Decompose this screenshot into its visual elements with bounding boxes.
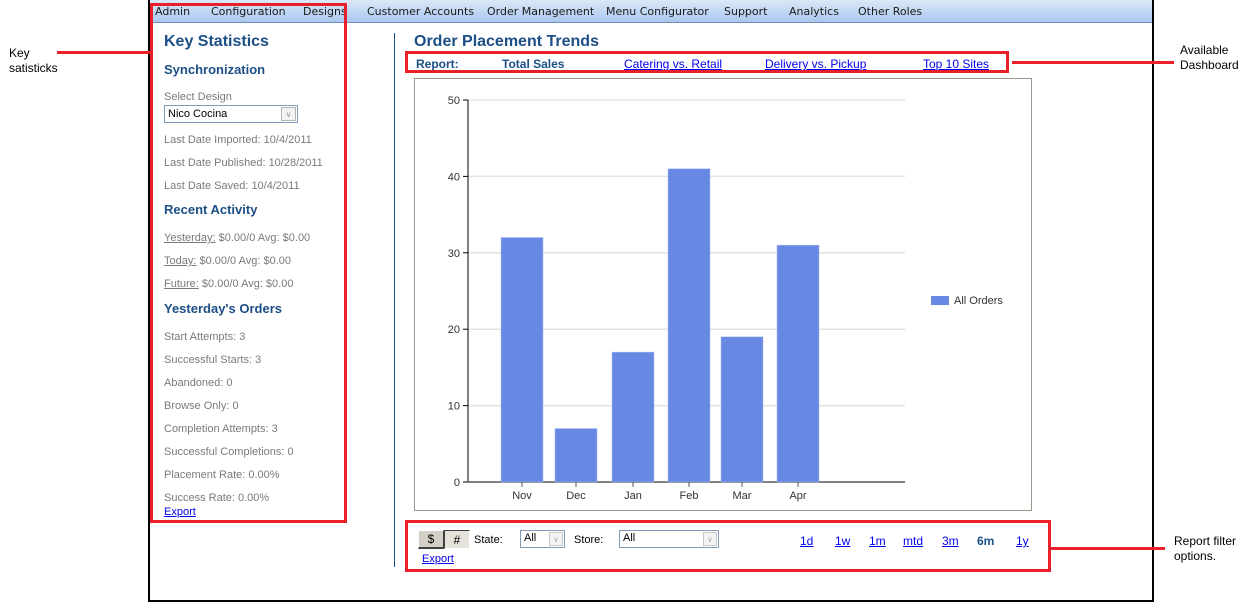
- bar-nov: [500, 237, 544, 483]
- state-select[interactable]: All ∨: [520, 530, 565, 548]
- successful-starts: Successful Starts: 3: [164, 354, 262, 366]
- menu-item-support[interactable]: Support: [724, 5, 767, 18]
- today-link[interactable]: Today:: [164, 255, 196, 267]
- top-menu-bar: Admin Configuration Designs Customer Acc…: [150, 0, 1152, 23]
- tab-catering-vs-retail[interactable]: Catering vs. Retail: [624, 57, 722, 71]
- bar-jan: [611, 351, 655, 483]
- menu-item-designs[interactable]: Designs: [303, 5, 347, 18]
- state-select-value: All: [524, 532, 537, 544]
- dollar-toggle-button[interactable]: $: [418, 530, 444, 549]
- y-tick-label: 0: [454, 477, 460, 489]
- range-1y[interactable]: 1y: [1016, 534, 1029, 548]
- tab-top-10-sites[interactable]: Top 10 Sites: [923, 57, 989, 71]
- recent-activity-today: Today: $0.00/0 Avg: $0.00: [164, 255, 291, 267]
- menu-item-analytics[interactable]: Analytics: [789, 5, 839, 18]
- x-tick-label: Apr: [789, 490, 806, 502]
- yesterday-link[interactable]: Yesterday:: [164, 232, 216, 244]
- recent-activity-future: Future: $0.00/0 Avg: $0.00: [164, 278, 293, 290]
- start-attempts: Start Attempts: 3: [164, 331, 246, 343]
- y-tick-label: 40: [448, 171, 460, 183]
- select-design-dropdown[interactable]: Nico Cocina ∨: [164, 105, 298, 123]
- dashboard-annotation: Available Dashboard: [1180, 43, 1239, 72]
- chevron-down-icon[interactable]: ∨: [549, 532, 563, 546]
- range-mtd[interactable]: mtd: [903, 534, 923, 548]
- key-statistics-title: Key Statistics: [164, 33, 269, 50]
- menu-item-menu-configurator[interactable]: Menu Configurator: [606, 5, 709, 18]
- store-select-value: All: [623, 532, 636, 544]
- tab-delivery-vs-pickup[interactable]: Delivery vs. Pickup: [765, 57, 866, 71]
- store-select[interactable]: All ∨: [619, 530, 719, 548]
- y-tick-label: 30: [448, 248, 460, 260]
- order-placement-trends-title: Order Placement Trends: [414, 33, 599, 50]
- menu-item-admin[interactable]: Admin: [155, 5, 190, 18]
- range-1d[interactable]: 1d: [800, 534, 813, 548]
- report-label: Report:: [416, 57, 459, 71]
- dashboard-callout-line: [1012, 61, 1174, 64]
- order-trends-chart: 0 10 20 30 40 50 Nov Dec Jan Feb Mar Apr All Orders: [414, 78, 1032, 511]
- x-tick-label: Nov: [512, 490, 532, 502]
- y-tick-label: 20: [448, 324, 460, 336]
- app-window: Admin Configuration Designs Customer Acc…: [148, 0, 1154, 602]
- recent-activity-heading: Recent Activity: [164, 202, 258, 217]
- bar-dec: [554, 428, 598, 483]
- last-date-published: Last Date Published: 10/28/2011: [164, 157, 323, 169]
- yesterdays-orders-heading: Yesterday's Orders: [164, 301, 282, 316]
- chart-svg: 0 10 20 30 40 50 Nov Dec Jan Feb Mar Apr All Orders: [448, 95, 1004, 502]
- future-value: $0.00/0 Avg: $0.00: [198, 278, 294, 290]
- menu-item-customer-accounts[interactable]: Customer Accounts: [367, 5, 474, 18]
- legend-label: All Orders: [954, 295, 1003, 307]
- success-rate: Success Rate: 0.00%: [164, 492, 270, 504]
- chevron-down-icon[interactable]: ∨: [703, 532, 717, 546]
- browse-only: Browse Only: 0: [164, 400, 239, 412]
- x-tick-label: Jan: [624, 490, 642, 502]
- synchronization-heading: Synchronization: [164, 62, 266, 77]
- range-6m[interactable]: 6m: [977, 534, 994, 548]
- legend-swatch: [931, 296, 949, 305]
- bar-mar: [720, 336, 764, 483]
- range-1w[interactable]: 1w: [835, 534, 850, 548]
- abandoned: Abandoned: 0: [164, 377, 233, 389]
- today-value: $0.00/0 Avg: $0.00: [196, 255, 292, 267]
- y-tick-label: 50: [448, 95, 460, 107]
- select-design-label: Select Design: [164, 91, 232, 103]
- range-3m[interactable]: 3m: [942, 534, 959, 548]
- filters-callout-line: [1051, 547, 1165, 550]
- bar-feb: [667, 168, 711, 483]
- x-tick-label: Dec: [566, 490, 586, 502]
- menu-item-other-roles[interactable]: Other Roles: [858, 5, 922, 18]
- state-label: State:: [474, 534, 503, 546]
- left-export-link[interactable]: Export: [164, 506, 196, 518]
- range-1m[interactable]: 1m: [869, 534, 886, 548]
- successful-completions: Successful Completions: 0: [164, 446, 294, 458]
- last-date-imported: Last Date Imported: 10/4/2011: [164, 134, 312, 146]
- future-link[interactable]: Future:: [164, 278, 199, 290]
- menu-item-configuration[interactable]: Configuration: [211, 5, 286, 18]
- x-tick-label: Mar: [733, 490, 752, 502]
- completion-attempts: Completion Attempts: 3: [164, 423, 278, 435]
- x-tick-label: Feb: [680, 490, 699, 502]
- store-label: Store:: [574, 534, 604, 546]
- tab-total-sales[interactable]: Total Sales: [502, 57, 564, 71]
- count-toggle-button[interactable]: #: [444, 530, 470, 549]
- key-statistics-annotation: Key satisticks: [9, 46, 58, 75]
- chevron-down-icon[interactable]: ∨: [281, 107, 296, 121]
- last-date-saved: Last Date Saved: 10/4/2011: [164, 180, 300, 192]
- panel-divider: [394, 33, 395, 567]
- y-tick-label: 10: [448, 401, 460, 413]
- placement-rate: Placement Rate: 0.00%: [164, 469, 280, 481]
- filters-annotation: Report filter options.: [1174, 534, 1237, 563]
- chart-export-link[interactable]: Export: [422, 553, 454, 565]
- recent-activity-yesterday: Yesterday: $0.00/0 Avg: $0.00: [164, 232, 310, 244]
- yesterday-value: $0.00/0 Avg: $0.00: [215, 232, 311, 244]
- select-design-value: Nico Cocina: [168, 108, 228, 120]
- menu-item-order-management[interactable]: Order Management: [487, 5, 594, 18]
- bar-apr: [776, 244, 820, 483]
